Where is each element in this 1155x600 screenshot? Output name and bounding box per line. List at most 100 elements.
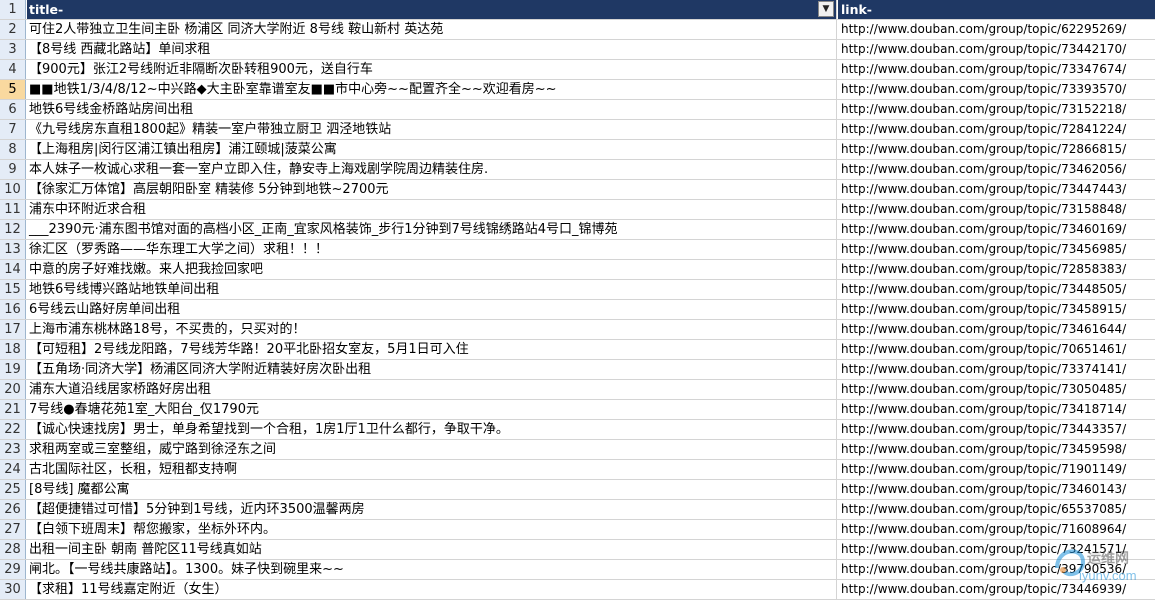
row-number[interactable]: 22 <box>0 420 26 439</box>
table-row[interactable]: 5 ■■地铁1/3/4/8/12~中兴路◆大主卧室靠谱室友■■市中心旁~~配置齐全… <box>0 80 1155 100</box>
column-header-title[interactable]: title- <box>27 0 837 19</box>
row-number[interactable]: 13 <box>0 240 26 259</box>
row-number[interactable]: 3 <box>0 40 26 59</box>
title-cell[interactable]: 中意的房子好难找嫩。来人把我捡回家吧 <box>27 260 837 279</box>
title-cell[interactable]: 徐汇区（罗秀路——华东理工大学之间）求租！！！ <box>27 240 837 259</box>
title-cell[interactable]: ■■地铁1/3/4/8/12~中兴路◆大主卧室靠谱室友■■市中心旁~~配置齐全~… <box>27 80 837 99</box>
column-header-link[interactable]: link- <box>838 0 1155 19</box>
link-cell[interactable]: http://www.douban.com/group/topic/622952… <box>838 20 1155 39</box>
table-row[interactable]: 3 【8号线 西藏北路站】单间求租 http://www.douban.com/gr… <box>0 40 1155 60</box>
link-cell[interactable]: http://www.douban.com/group/topic/733741… <box>838 360 1155 379</box>
title-cell[interactable]: 地铁6号线博兴路站地铁单间出租 <box>27 280 837 299</box>
row-number[interactable]: 30 <box>0 580 26 599</box>
table-row[interactable]: 11 浦东中环附近求合租 http://www.douban.com/group/t… <box>0 200 1155 220</box>
table-row[interactable]: 29 闸北。【一号线共康路站】。1300。妹子快到碗里来~~ http://www.… <box>0 560 1155 580</box>
title-cell[interactable]: 7号线●春塘花苑1室_大阳台_仅1790元 <box>27 400 837 419</box>
title-cell[interactable]: 【五角场·同济大学】杨浦区同济大学附近精装好房次卧出租 <box>27 360 837 379</box>
row-number[interactable]: 28 <box>0 540 26 559</box>
title-cell[interactable]: 浦东中环附近求合租 <box>27 200 837 219</box>
table-row[interactable]: 25 [8号线] 魔都公寓 http://www.douban.com/group/… <box>0 480 1155 500</box>
row-number[interactable]: 16 <box>0 300 26 319</box>
title-cell[interactable]: 【上海租房|闵行区浦江镇出租房】浦江颐城|菠菜公寓 <box>27 140 837 159</box>
title-cell[interactable]: 《九号线房东直租1800起》精装一室户带独立厨卫 泗泾地铁站 <box>27 120 837 139</box>
link-cell[interactable]: http://www.douban.com/group/topic/734433… <box>838 420 1155 439</box>
title-cell[interactable]: 【求租】11号线嘉定附近（女生） <box>27 580 837 599</box>
link-cell[interactable]: http://www.douban.com/group/topic/731588… <box>838 200 1155 219</box>
link-cell[interactable]: http://www.douban.com/group/topic/716089… <box>838 520 1155 539</box>
table-row[interactable]: 16 6号线云山路好房单间出租 http://www.douban.com/grou… <box>0 300 1155 320</box>
title-cell[interactable]: 上海市浦东桃林路18号，不买贵的，只买对的！ <box>27 320 837 339</box>
row-number[interactable]: 17 <box>0 320 26 339</box>
link-cell[interactable]: http://www.douban.com/group/topic/728668… <box>838 140 1155 159</box>
title-cell[interactable]: 【诚心快速找房】男士，单身希望找到一个合租，1房1厅1卫什么都行，争取干净。 <box>27 420 837 439</box>
table-row[interactable]: 20 浦东大道沿线居家桥路好房出租 http://www.douban.com/gr… <box>0 380 1155 400</box>
title-cell[interactable]: 求租两室或三室整组，威宁路到徐泾东之间 <box>27 440 837 459</box>
table-row[interactable]: 8 【上海租房|闵行区浦江镇出租房】浦江颐城|菠菜公寓 http://www.dou… <box>0 140 1155 160</box>
title-cell[interactable]: 古北国际社区，长租，短租都支持啊 <box>27 460 837 479</box>
row-number[interactable]: 20 <box>0 380 26 399</box>
link-cell[interactable]: http://www.douban.com/group/topic/734187… <box>838 400 1155 419</box>
table-row[interactable]: 18 【可短租】2号线龙阳路，7号线芳华路！20平北卧招女室友，5月1日可入住 ht… <box>0 340 1155 360</box>
link-cell[interactable]: http://www.douban.com/group/topic/734485… <box>838 280 1155 299</box>
row-number[interactable]: 23 <box>0 440 26 459</box>
table-row[interactable]: 30 【求租】11号线嘉定附近（女生） http://www.douban.com/… <box>0 580 1155 600</box>
link-cell[interactable]: http://www.douban.com/group/topic/655370… <box>838 500 1155 519</box>
table-row[interactable]: 14 中意的房子好难找嫩。来人把我捡回家吧 http://www.douban.co… <box>0 260 1155 280</box>
row-number[interactable]: 9 <box>0 160 26 179</box>
link-cell[interactable]: http://www.douban.com/group/topic/734601… <box>838 480 1155 499</box>
title-cell[interactable]: 【900元】张江2号线附近非隔断次卧转租900元，送自行车 <box>27 60 837 79</box>
link-cell[interactable]: http://www.douban.com/group/topic/734474… <box>838 180 1155 199</box>
table-row[interactable]: 4 【900元】张江2号线附近非隔断次卧转租900元，送自行车 http://www… <box>0 60 1155 80</box>
table-row[interactable]: 2 可住2人带独立卫生间主卧 杨浦区 同济大学附近 8号线 鞍山新村 英达苑 htt… <box>0 20 1155 40</box>
row-number[interactable]: 1 <box>0 0 26 19</box>
title-cell[interactable]: 【可短租】2号线龙阳路，7号线芳华路！20平北卧招女室友，5月1日可入住 <box>27 340 837 359</box>
title-cell[interactable]: 【徐家汇万体馆】高层朝阳卧室 精装修 5分钟到地铁~2700元 <box>27 180 837 199</box>
link-cell[interactable]: http://www.douban.com/group/topic/730504… <box>838 380 1155 399</box>
link-cell[interactable]: http://www.douban.com/group/topic/734589… <box>838 300 1155 319</box>
title-cell[interactable]: 【白领下班周末】帮您搬家，坐标外环内。 <box>27 520 837 539</box>
link-cell[interactable]: http://www.douban.com/group/topic/734595… <box>838 440 1155 459</box>
link-cell[interactable]: http://www.douban.com/group/topic/734616… <box>838 320 1155 339</box>
table-row[interactable]: 13 徐汇区（罗秀路——华东理工大学之间）求租！！！ http://www.doub… <box>0 240 1155 260</box>
table-row[interactable]: 6 地铁6号线金桥路站房间出租 http://www.douban.com/grou… <box>0 100 1155 120</box>
row-number[interactable]: 5 <box>0 80 26 99</box>
title-cell[interactable]: 浦东大道沿线居家桥路好房出租 <box>27 380 837 399</box>
link-cell[interactable]: http://www.douban.com/group/topic/733476… <box>838 60 1155 79</box>
row-number[interactable]: 24 <box>0 460 26 479</box>
link-cell[interactable]: http://www.douban.com/group/topic/728583… <box>838 260 1155 279</box>
table-row[interactable]: 10 【徐家汇万体馆】高层朝阳卧室 精装修 5分钟到地铁~2700元 http://… <box>0 180 1155 200</box>
title-cell[interactable]: 地铁6号线金桥路站房间出租 <box>27 100 837 119</box>
title-cell[interactable]: 【超便捷错过可惜】5分钟到1号线，近内环3500温馨两房 <box>27 500 837 519</box>
table-row[interactable]: 9 本人妹子一枚诚心求租一套一室户立即入住，静安寺上海戏剧学院周边精装住房. htt… <box>0 160 1155 180</box>
link-cell[interactable]: http://www.douban.com/group/topic/731522… <box>838 100 1155 119</box>
row-number[interactable]: 29 <box>0 560 26 579</box>
title-cell[interactable]: 出租一间主卧 朝南 普陀区11号线真如站 <box>27 540 837 559</box>
filter-dropdown-icon[interactable]: ▼ <box>818 1 834 17</box>
row-number[interactable]: 4 <box>0 60 26 79</box>
title-cell[interactable]: ___2390元·浦东图书馆对面的高档小区_正南_宜家风格装饰_步行1分钟到7号… <box>27 220 837 239</box>
title-cell[interactable]: 6号线云山路好房单间出租 <box>27 300 837 319</box>
table-row[interactable]: 28 出租一间主卧 朝南 普陀区11号线真如站 http://www.douban.… <box>0 540 1155 560</box>
link-cell[interactable]: http://www.douban.com/group/topic/728412… <box>838 120 1155 139</box>
row-number[interactable]: 26 <box>0 500 26 519</box>
row-number[interactable]: 2 <box>0 20 26 39</box>
table-row[interactable]: 12 ___2390元·浦东图书馆对面的高档小区_正南_宜家风格装饰_步行1分钟到… <box>0 220 1155 240</box>
table-row[interactable]: 21 7号线●春塘花苑1室_大阳台_仅1790元 http://www.douban… <box>0 400 1155 420</box>
row-number[interactable]: 12 <box>0 220 26 239</box>
title-cell[interactable]: 本人妹子一枚诚心求租一套一室户立即入住，静安寺上海戏剧学院周边精装住房. <box>27 160 837 179</box>
link-cell[interactable]: http://www.douban.com/group/topic/734601… <box>838 220 1155 239</box>
table-row[interactable]: 26 【超便捷错过可惜】5分钟到1号线，近内环3500温馨两房 http://www… <box>0 500 1155 520</box>
row-number[interactable]: 19 <box>0 360 26 379</box>
row-number[interactable]: 11 <box>0 200 26 219</box>
table-row[interactable]: 24 古北国际社区，长租，短租都支持啊 http://www.douban.com/… <box>0 460 1155 480</box>
table-row[interactable]: 23 求租两室或三室整组，威宁路到徐泾东之间 http://www.douban.c… <box>0 440 1155 460</box>
table-row[interactable]: 19 【五角场·同济大学】杨浦区同济大学附近精装好房次卧出租 http://www.… <box>0 360 1155 380</box>
table-row[interactable]: 17 上海市浦东桃林路18号，不买贵的，只买对的！ http://www.douba… <box>0 320 1155 340</box>
link-cell[interactable]: http://www.douban.com/group/topic/733935… <box>838 80 1155 99</box>
link-cell[interactable]: http://www.douban.com/group/topic/734620… <box>838 160 1155 179</box>
link-cell[interactable]: http://www.douban.com/group/topic/734421… <box>838 40 1155 59</box>
row-number[interactable]: 25 <box>0 480 26 499</box>
row-number[interactable]: 6 <box>0 100 26 119</box>
link-cell[interactable]: http://www.douban.com/group/topic/719011… <box>838 460 1155 479</box>
table-row[interactable]: 7 《九号线房东直租1800起》精装一室户带独立厨卫 泗泾地铁站 http://ww… <box>0 120 1155 140</box>
